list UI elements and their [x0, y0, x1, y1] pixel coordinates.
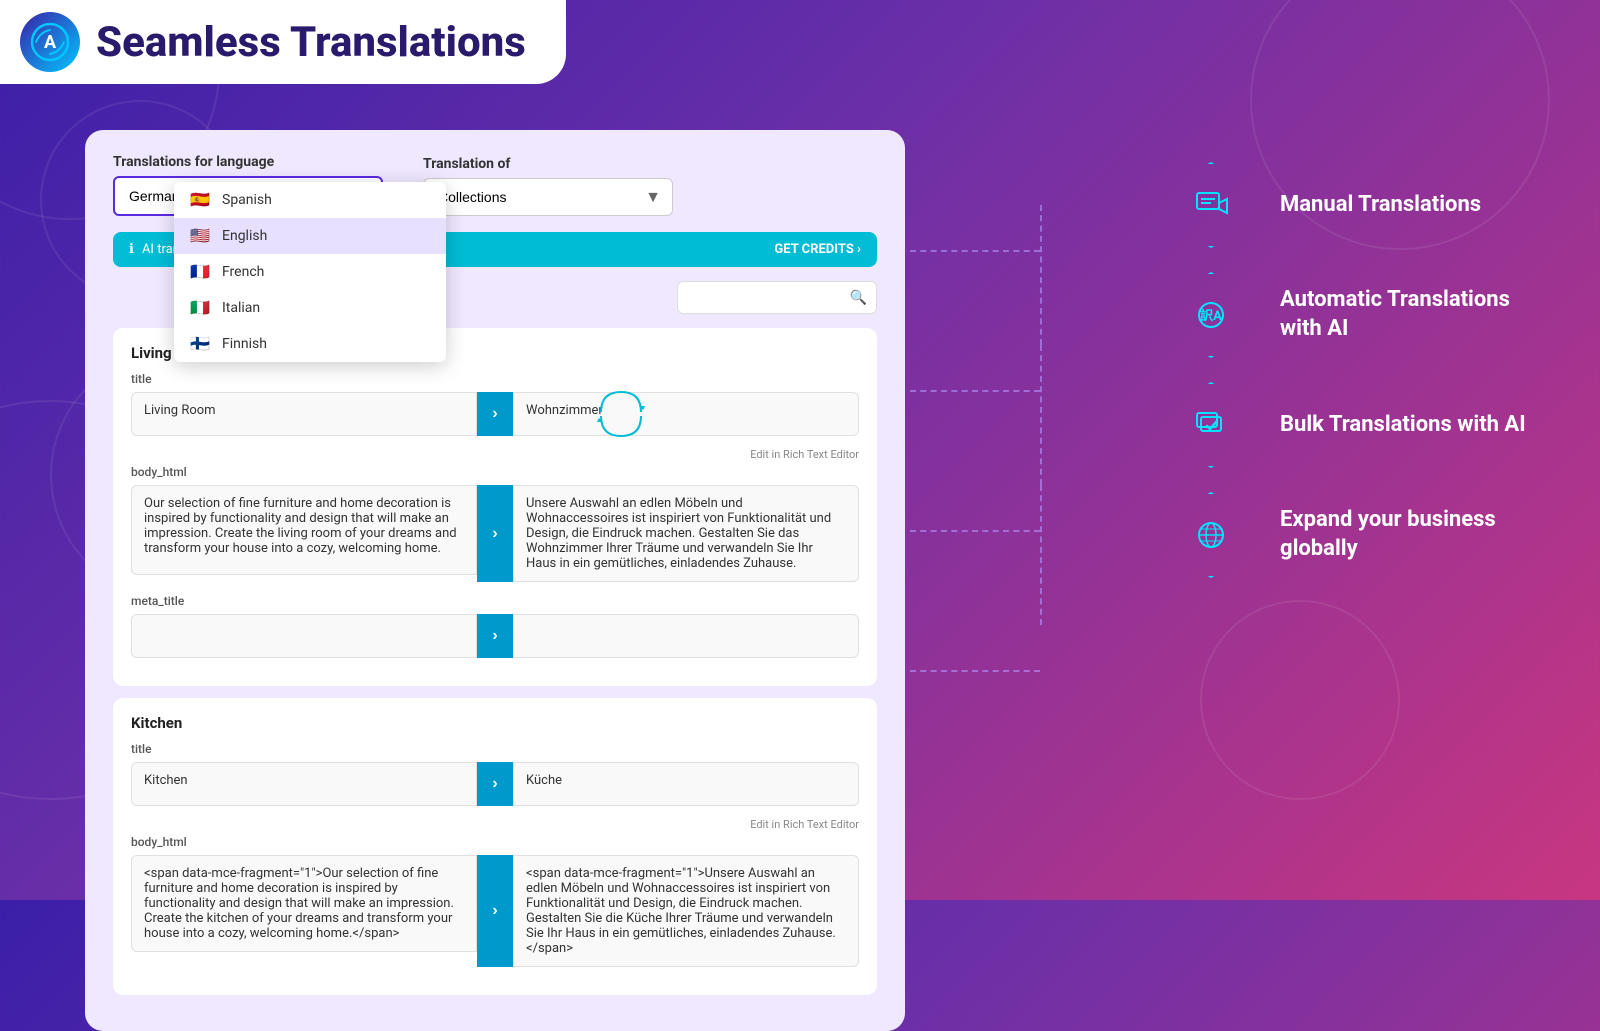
app-title: Seamless Translations [96, 18, 526, 67]
translation-of-label: Translation of [423, 156, 673, 172]
kitchen-section-title: Kitchen [131, 714, 859, 732]
dropdown-item-finnish[interactable]: 🇫🇮 Finnish [174, 326, 446, 362]
living-room-title-source: Living Room [131, 392, 477, 436]
ai-translation-label: Automatic Translations with AI [1280, 286, 1540, 343]
translations-for-label: Translations for language [113, 154, 383, 170]
connector-h-3 [910, 530, 1040, 532]
logo-icon: A [20, 12, 80, 72]
french-label: French [222, 264, 264, 280]
ai-hex-shape: 訳A [1168, 272, 1254, 358]
translate-title-button[interactable]: › [477, 392, 513, 436]
search-wrapper: 🔍 [677, 281, 877, 314]
info-icon: ℹ [129, 242, 134, 257]
title-translate-container: Living Room › Wohnzimmer [131, 392, 859, 436]
global-hex-icon [1166, 490, 1256, 580]
title-field-label-1: title [131, 372, 859, 386]
bulk-translation-label: Bulk Translations with AI [1280, 411, 1526, 440]
title-field-label-2: title [131, 742, 859, 756]
body-field-label-1: body_html [131, 465, 859, 479]
living-room-title-target: Wohnzimmer [513, 392, 859, 436]
finnish-flag: 🇫🇮 [190, 336, 212, 352]
finnish-label: Finnish [222, 336, 267, 352]
living-room-meta-target [513, 614, 859, 658]
connector-v-3 [1040, 485, 1042, 625]
living-room-body-target: Unsere Auswahl an edlen Möbeln und Wohna… [513, 485, 859, 582]
collection-select[interactable]: Collections Products Pages [423, 178, 673, 216]
feature-global: Expand your business globally [1166, 490, 1540, 580]
kitchen-title-source: Kitchen [131, 762, 477, 806]
language-dropdown: 🇪🇸 Spanish 🇺🇸 English 🇫🇷 French 🇮🇹 Itali… [174, 182, 446, 362]
meta-translate-row: › [131, 614, 859, 658]
feature-manual: Manual Translations [1166, 160, 1540, 250]
translate-kitchen-title-button[interactable]: › [477, 762, 513, 806]
kitchen-title-target: Küche [513, 762, 859, 806]
meta-title-field-label: meta_title [131, 594, 859, 608]
kitchen-body-source: <span data-mce-fragment="1">Our selectio… [131, 855, 477, 952]
english-label: English [222, 228, 267, 244]
connector-h-1 [910, 250, 1040, 252]
manual-hex-icon [1166, 160, 1256, 250]
translation-of-field-group: Translation of Collections Products Page… [423, 156, 673, 216]
header: A Seamless Translations [0, 0, 566, 84]
connector-h-4 [910, 670, 1040, 672]
italian-label: Italian [222, 300, 260, 316]
svg-text:A: A [44, 32, 57, 53]
translate-kitchen-body-button[interactable]: › [477, 855, 513, 967]
manual-hex-shape [1168, 162, 1254, 248]
bg-deco-6 [1200, 600, 1400, 800]
translate-body-button[interactable]: › [477, 485, 513, 582]
global-label: Expand your business globally [1280, 506, 1540, 563]
dropdown-item-italian[interactable]: 🇮🇹 Italian [174, 290, 446, 326]
dropdown-item-english[interactable]: 🇺🇸 English [174, 218, 446, 254]
bulk-hex-shape [1168, 382, 1254, 468]
connector-v-2 [1040, 345, 1042, 485]
spanish-flag: 🇪🇸 [190, 192, 212, 208]
connector-v-1 [1040, 205, 1042, 345]
kitchen-body-translate-row: <span data-mce-fragment="1">Our selectio… [131, 855, 859, 967]
living-room-body-source: Our selection of fine furniture and home… [131, 485, 477, 575]
living-room-item: Living Room title Living Room › Wohnzimm… [113, 328, 877, 686]
feature-bulk: Bulk Translations with AI [1166, 380, 1540, 470]
dropdown-item-spanish[interactable]: 🇪🇸 Spanish [174, 182, 446, 218]
body-field-label-2: body_html [131, 835, 859, 849]
bulk-hex-icon [1166, 380, 1256, 470]
french-flag: 🇫🇷 [190, 264, 212, 280]
global-hex-shape [1168, 492, 1254, 578]
translate-meta-button[interactable]: › [477, 614, 513, 658]
feature-ai: 訳A Automatic Translations with AI [1166, 270, 1540, 360]
connector-h-2 [910, 390, 1040, 392]
features-panel: Manual Translations 訳A Automatic Transla… [1166, 160, 1540, 580]
kitchen-title-translate-row: Kitchen › Küche [131, 762, 859, 806]
dropdown-item-french[interactable]: 🇫🇷 French [174, 254, 446, 290]
rich-text-link-1[interactable]: Edit in Rich Text Editor [131, 448, 859, 461]
svg-text:訳A: 訳A [1200, 308, 1222, 324]
get-credits-button[interactable]: GET CREDITS › [774, 242, 861, 257]
body-translate-row: Our selection of fine furniture and home… [131, 485, 859, 582]
spanish-label: Spanish [222, 192, 272, 208]
italian-flag: 🇮🇹 [190, 300, 212, 316]
kitchen-item: Kitchen title Kitchen › Küche Edit in Ri… [113, 698, 877, 995]
search-icon: 🔍 [850, 290, 867, 306]
title-translate-row: Living Room › Wohnzimmer [131, 392, 859, 436]
ai-hex-icon: 訳A [1166, 270, 1256, 360]
living-room-meta-source [131, 614, 477, 658]
search-input[interactable] [677, 281, 877, 314]
english-flag: 🇺🇸 [190, 228, 212, 244]
manual-translation-label: Manual Translations [1280, 191, 1481, 220]
kitchen-body-target: <span data-mce-fragment="1">Unsere Auswa… [513, 855, 859, 967]
collection-select-wrapper: Collections Products Pages ▼ [423, 178, 673, 216]
rich-text-link-2[interactable]: Edit in Rich Text Editor [131, 818, 859, 831]
